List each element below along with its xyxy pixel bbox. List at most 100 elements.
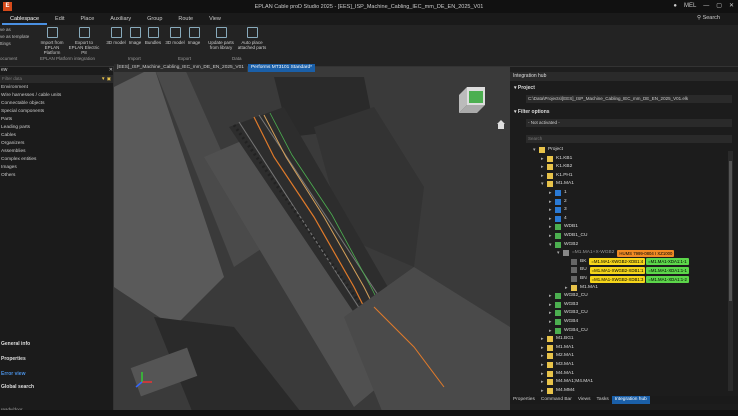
- tree-row[interactable]: ▸ WDB1: [549, 223, 581, 231]
- left-list-item[interactable]: Complex entities: [0, 156, 113, 164]
- tree-expander-icon[interactable]: ▸: [549, 309, 553, 317]
- tree-expander-icon[interactable]: ▸: [549, 198, 553, 206]
- left-list-item[interactable]: Special components: [0, 108, 113, 116]
- connection-tag[interactable]: =M1.MA1-XWGB2-XDB1:4: [589, 258, 646, 266]
- tree-row[interactable]: BK =M1.MA1-XWGB2-XDB1:4 =M1.MA1-XDA1:1-1: [565, 258, 690, 266]
- tree-expander-icon[interactable]: ▸: [541, 352, 545, 360]
- tree-row[interactable]: ▾ WGB2: [549, 241, 581, 249]
- tree-expander-icon[interactable]: ▾: [541, 180, 545, 188]
- menu-auxiliary[interactable]: Auxiliary: [102, 13, 139, 25]
- tree-row[interactable]: ▸ WGB4_CU: [549, 327, 591, 335]
- tab-command-bar[interactable]: Command Bar: [538, 396, 575, 404]
- menu-cablespace[interactable]: Cablespace: [2, 13, 48, 25]
- tab-integration-hub[interactable]: Integration hub: [611, 396, 650, 404]
- tab-performs-standard[interactable]: Performs MT3101 Standard*: [247, 64, 315, 72]
- menu-group[interactable]: Group: [139, 13, 170, 25]
- tree-row[interactable]: ▸ WGB4: [549, 318, 581, 326]
- tab-tasks[interactable]: Tasks: [594, 396, 612, 404]
- tree-expander-icon[interactable]: ▸: [549, 232, 553, 240]
- tree-expander-icon[interactable]: ▸: [549, 318, 553, 326]
- tree-row[interactable]: ▸ 1: [549, 189, 570, 197]
- tree-row[interactable]: ▸ M1.BG1: [541, 335, 577, 343]
- tree-expander-icon[interactable]: ▸: [549, 292, 553, 300]
- tree-row[interactable]: ▸ M1.MA1: [565, 284, 601, 292]
- tree-expander-icon[interactable]: ▸: [541, 370, 545, 378]
- left-list-item[interactable]: Environment: [0, 84, 113, 92]
- tree-expander-icon[interactable]: ▾: [557, 249, 561, 257]
- left-list-item[interactable]: Connectable objects: [0, 100, 113, 108]
- tree-scrollbar[interactable]: [728, 151, 733, 391]
- top-search-button[interactable]: ⚲ Search: [697, 15, 720, 21]
- tree-expander-icon[interactable]: ▸: [549, 189, 553, 197]
- update-parts-button[interactable]: Update parts from library: [205, 27, 237, 50]
- maximize-icon[interactable]: ▢: [716, 2, 722, 9]
- left-list-item[interactable]: Organizers: [0, 140, 113, 148]
- filter-select[interactable]: - Not activated -: [526, 119, 732, 127]
- connection-tag[interactable]: =M1.MA1-XDA1:1-1: [646, 266, 689, 274]
- tab-project-file[interactable]: [EES]_ISP_Machine_Cabling_IEC_mm_DE_EN_2…: [114, 64, 247, 72]
- user-icon[interactable]: ●: [673, 3, 677, 9]
- filter-section-label[interactable]: ▾ Filter options: [514, 109, 550, 115]
- project-section-label[interactable]: ▾ Project: [514, 85, 535, 91]
- menu-route[interactable]: Route: [170, 13, 201, 25]
- menu-place[interactable]: Place: [73, 13, 103, 25]
- connection-tag[interactable]: HUMS 7999-0804 I XZ1000: [617, 249, 675, 257]
- tree-row[interactable]: ▸ M4.MA1: [541, 370, 577, 378]
- tree-expander-icon[interactable]: [565, 266, 569, 274]
- tree-expander-icon[interactable]: ▸: [549, 327, 553, 335]
- export-3d-model-button[interactable]: 3D model: [165, 27, 185, 45]
- tree-expander-icon[interactable]: ▸: [541, 172, 545, 180]
- tree-row[interactable]: ▸ M3.MA1: [541, 361, 577, 369]
- project-path-field[interactable]: C:\Data\Projects\[EES]_ISP_Machine_Cabli…: [526, 95, 732, 103]
- section-properties[interactable]: Properties: [0, 356, 114, 362]
- 3d-viewport[interactable]: [114, 67, 510, 416]
- minimize-icon[interactable]: —: [703, 3, 709, 9]
- tree-expander-icon[interactable]: [565, 275, 569, 283]
- import-3d-model-button[interactable]: 3D model: [106, 27, 126, 45]
- tree-expander-icon[interactable]: [565, 258, 569, 266]
- connection-tag[interactable]: =M1.MA1-XDA1:1-2: [646, 275, 689, 283]
- tree-row[interactable]: ▸ 3: [549, 206, 570, 214]
- tree-row[interactable]: ▸ WDB1_CU: [549, 232, 590, 240]
- tree-row[interactable]: ▸ 2: [549, 198, 570, 206]
- scrollbar-thumb[interactable]: [729, 161, 732, 301]
- tree-row[interactable]: BU =M1.MA1-XWGB2-XDB1:1 =M1.MA1-XDA1:1-1: [565, 266, 690, 274]
- tree-expander-icon[interactable]: ▸: [565, 284, 569, 292]
- tree-row[interactable]: ▸ K1.PH1: [541, 172, 576, 180]
- tab-views[interactable]: Views: [575, 396, 594, 404]
- import-bundles-button[interactable]: Bundles: [144, 27, 162, 45]
- section-global-search[interactable]: Global search: [0, 384, 114, 390]
- tree-expander-icon[interactable]: ▾: [533, 146, 537, 154]
- tree-row[interactable]: ▸ M1.MA1: [541, 344, 577, 352]
- auto-place-button[interactable]: Auto place attached parts: [236, 27, 268, 50]
- section-error-view[interactable]: Error view: [0, 371, 114, 377]
- tree-expander-icon[interactable]: ▸: [541, 387, 545, 395]
- hub-search-input[interactable]: Search: [526, 135, 732, 143]
- left-list-item[interactable]: Cables: [0, 132, 113, 140]
- save-as-template-button[interactable]: ve as template: [0, 34, 29, 39]
- tree-row[interactable]: ▸ WGB2_CU: [549, 292, 591, 300]
- tree-row[interactable]: BN =M1.MA1-XWGB2-XDB1:3 =M1.MA1-XDA1:1-2: [565, 275, 690, 283]
- tab-properties[interactable]: Properties: [510, 396, 538, 404]
- tree-expander-icon[interactable]: ▸: [541, 361, 545, 369]
- tree-expander-icon[interactable]: ▸: [549, 301, 553, 309]
- import-eplan-platform-button[interactable]: Import from EPLAN Platform: [36, 27, 68, 55]
- connection-tag[interactable]: =M1.MA1-XDA1:1-1: [646, 258, 689, 266]
- tree-row[interactable]: ▸ M2.MA1: [541, 352, 577, 360]
- close-icon[interactable]: ✕: [729, 2, 734, 9]
- filter-icon[interactable]: ▼ ▣: [101, 75, 113, 83]
- tree-row[interactable]: ▾ M1.MA1: [541, 180, 577, 188]
- tree-expander-icon[interactable]: ▸: [541, 344, 545, 352]
- left-list-item[interactable]: Wire harnesses / cable units: [0, 92, 113, 100]
- left-list-item[interactable]: Others: [0, 172, 113, 180]
- left-filter-input[interactable]: Filter data ▼ ▣: [0, 75, 113, 83]
- import-image-button[interactable]: Image: [126, 27, 144, 45]
- tree-row[interactable]: ▾ Project: [533, 146, 566, 154]
- connection-tag[interactable]: =M1.MA1-XWGB2-XDB1:3: [589, 275, 646, 283]
- tree-row[interactable]: ▸ WGB3: [549, 301, 581, 309]
- left-list-item[interactable]: Parts: [0, 116, 113, 124]
- pin-icon[interactable]: ✕: [109, 67, 113, 75]
- tree-row[interactable]: ▸ WGB3_CU: [549, 309, 591, 317]
- tree-expander-icon[interactable]: ▸: [549, 215, 553, 223]
- tree-row[interactable]: ▸ K1.KB1: [541, 155, 575, 163]
